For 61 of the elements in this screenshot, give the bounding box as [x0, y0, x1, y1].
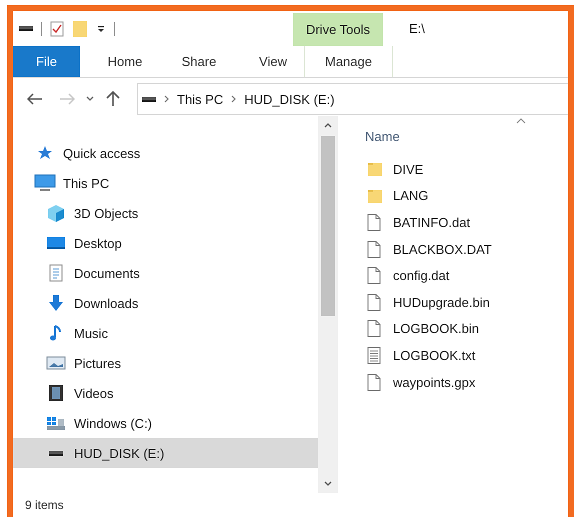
file-name[interactable]: BATINFO.dat — [393, 214, 470, 230]
nav-item[interactable]: Desktop — [13, 228, 318, 258]
window-title: E:\ — [409, 21, 425, 36]
nav-item[interactable]: HUD_DISK (E:) — [13, 438, 318, 468]
ribbon-tab[interactable]: Share — [162, 46, 236, 77]
drive-icon — [46, 415, 66, 431]
breadcrumb[interactable]: HUD_DISK (E:) — [244, 92, 335, 106]
address-field[interactable]: This PC HUD_DISK (E:) — [137, 83, 568, 115]
music-note-icon — [48, 324, 64, 342]
film-icon — [48, 384, 64, 402]
scrollbar-thumb[interactable] — [321, 136, 335, 316]
file-name[interactable]: HUDupgrade.bin — [393, 294, 490, 310]
properties-icon[interactable] — [50, 20, 64, 36]
file-icon — [367, 374, 381, 391]
drive-icon — [19, 26, 33, 31]
nav-item[interactable]: Documents — [13, 258, 318, 288]
document-icon — [48, 264, 64, 282]
folder-name[interactable]: LANG — [393, 188, 428, 204]
nav-item[interactable]: Pictures — [13, 348, 318, 378]
file-name[interactable]: LOGBOOK.txt — [393, 348, 476, 363]
text-file-icon — [367, 346, 381, 364]
chevron-icon[interactable] — [164, 95, 169, 103]
nav-item[interactable]: Windows (C:) — [13, 408, 318, 438]
ribbon-tab[interactable]: Home — [88, 46, 162, 77]
download-arrow-icon — [47, 294, 65, 312]
desktop-icon — [46, 235, 66, 251]
nav-item[interactable]: Downloads — [13, 288, 318, 318]
up-arrow-icon[interactable] — [106, 91, 120, 107]
drive-icon — [142, 96, 156, 102]
cube-icon — [47, 204, 65, 222]
nav-item[interactable]: Videos — [13, 378, 318, 408]
column-header[interactable]: Name — [365, 116, 568, 156]
chevron-icon[interactable] — [231, 95, 236, 103]
file-name[interactable]: LOGBOOK.bin — [393, 321, 479, 336]
folder-icon — [367, 188, 383, 204]
drive-icon — [49, 450, 63, 456]
file-name[interactable]: waypoints.gpx — [393, 374, 476, 390]
chevron-down-icon[interactable] — [85, 95, 95, 103]
file-name[interactable]: config.dat — [393, 268, 450, 284]
file-icon — [367, 240, 381, 258]
star-icon — [37, 145, 53, 161]
computer-icon — [34, 174, 56, 192]
back-arrow-icon[interactable] — [27, 93, 43, 105]
file-menu-tab[interactable]: File — [13, 46, 80, 77]
sort-ascending-icon — [516, 118, 526, 124]
file-icon — [367, 267, 381, 284]
breadcrumb[interactable]: This PC — [177, 92, 224, 106]
nav-item[interactable]: 3D Objects — [13, 198, 318, 228]
picture-icon — [46, 355, 66, 371]
item-count: 9 items — [25, 498, 64, 512]
folder-name[interactable]: DIVE — [393, 162, 424, 177]
file-name[interactable]: BLACKBOX.DAT — [393, 242, 492, 257]
nav-item[interactable]: Quick access — [13, 138, 318, 168]
file-icon — [367, 294, 381, 311]
file-icon — [367, 214, 381, 231]
folder-icon — [367, 161, 383, 178]
nav-item[interactable]: This PC — [13, 168, 318, 198]
nav-item[interactable]: Music — [13, 318, 318, 348]
contextual-tab-header: Drive Tools — [293, 13, 383, 46]
file-icon — [367, 320, 381, 338]
dropdown-icon[interactable] — [96, 24, 106, 34]
